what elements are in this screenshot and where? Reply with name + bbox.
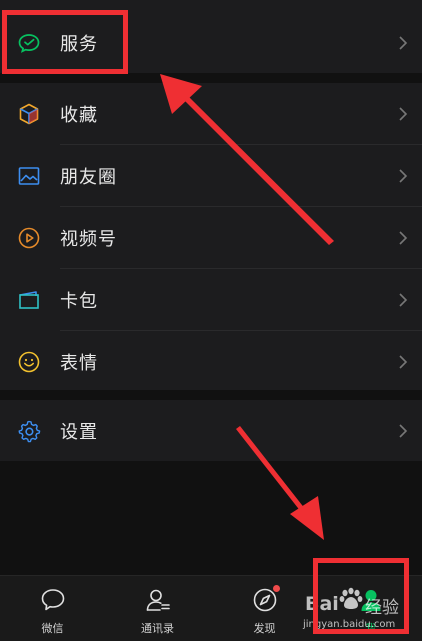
features-group: 收藏 朋友圈 视频号 卡包 表情 [0, 83, 422, 390]
menu-item-moments[interactable]: 朋友圈 [0, 145, 422, 206]
menu-item-stickers[interactable]: 表情 [0, 331, 422, 392]
smiley-icon [18, 351, 40, 372]
chevron-right-icon [399, 292, 408, 307]
image-icon [18, 166, 40, 185]
menu-item-channels[interactable]: 视频号 [0, 207, 422, 268]
cube-icon [19, 103, 39, 124]
menu-item-settings-label: 设置 [60, 421, 98, 443]
chat-bubble-icon [41, 589, 64, 611]
chevron-right-icon [399, 354, 408, 369]
tab-contacts[interactable]: 通讯录 [105, 576, 210, 641]
tab-chats[interactable]: 微信 [0, 576, 105, 641]
chevron-right-icon [399, 423, 408, 438]
menu-item-channels-label: 视频号 [60, 228, 117, 250]
settings-group: 设置 [0, 400, 422, 461]
notification-dot [273, 585, 280, 592]
menu-item-cards-label: 卡包 [60, 290, 98, 312]
contacts-icon [146, 589, 170, 611]
chevron-right-icon [399, 168, 408, 183]
menu-item-settings[interactable]: 设置 [0, 400, 422, 461]
tab-chats-label: 微信 [41, 622, 64, 635]
chevron-right-icon [399, 230, 408, 245]
play-circle-icon [18, 227, 40, 248]
menu-item-stickers-label: 表情 [60, 352, 98, 374]
menu-item-moments-label: 朋友圈 [60, 166, 117, 188]
menu-item-favorites-label: 收藏 [60, 104, 98, 126]
menu-item-cards[interactable]: 卡包 [0, 269, 422, 330]
card-wallet-icon [19, 290, 39, 309]
tab-contacts-label: 通讯录 [141, 622, 174, 635]
gear-icon [18, 420, 41, 442]
chevron-right-icon [399, 106, 408, 121]
menu-item-favorites[interactable]: 收藏 [0, 83, 422, 144]
chevron-right-icon [399, 35, 408, 50]
annotation-box-service [2, 10, 128, 74]
annotation-box-me-tab [313, 558, 409, 634]
